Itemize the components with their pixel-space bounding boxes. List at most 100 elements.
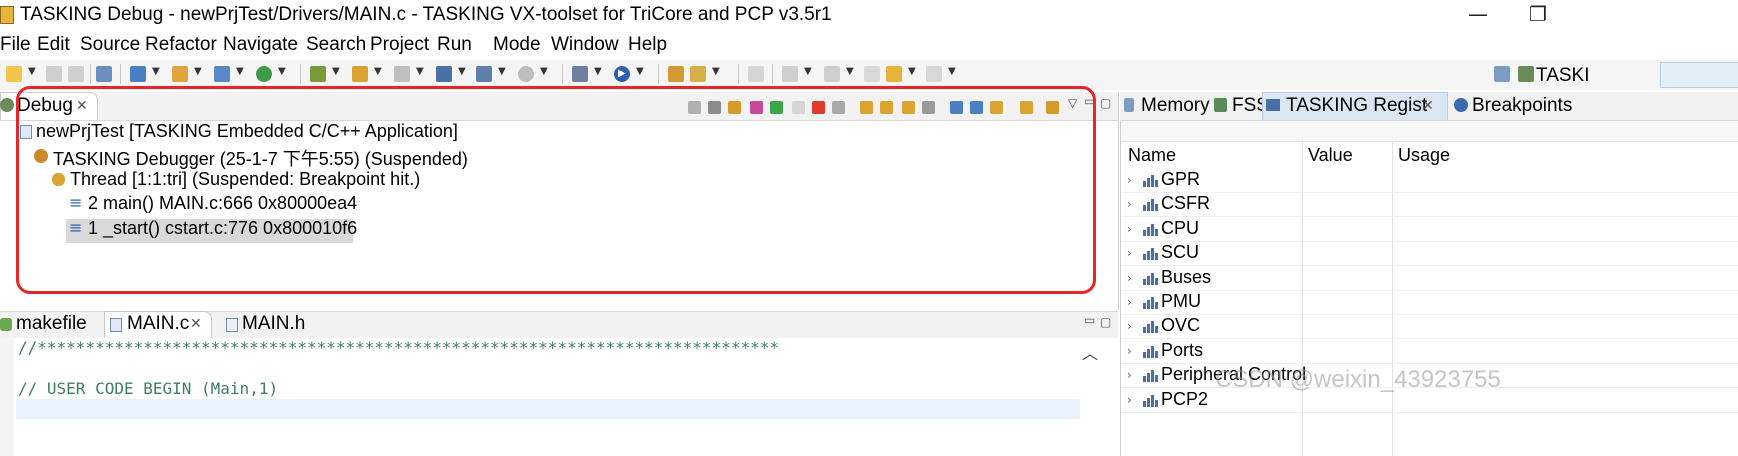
next-annotation-icon[interactable] — [782, 66, 798, 82]
tab-main-c-label[interactable]: MAIN.c — [127, 313, 189, 335]
tab-makefile[interactable]: makefile — [16, 313, 87, 335]
menu-help[interactable]: Help — [628, 34, 667, 56]
column-header-usage[interactable]: Usage — [1398, 145, 1450, 166]
register-group-row[interactable]: › GPR — [1121, 168, 1738, 193]
perspective-switcher[interactable] — [1660, 62, 1738, 88]
maximize-view-icon[interactable]: ▢ — [1100, 315, 1111, 329]
chevron-right-icon[interactable]: › — [1127, 368, 1132, 382]
open-perspective-icon[interactable] — [1494, 66, 1510, 82]
register-group-row[interactable]: › SCU — [1121, 241, 1738, 267]
register-group-label[interactable]: SCU — [1161, 242, 1199, 263]
marker-icon[interactable] — [748, 66, 764, 82]
chevron-right-icon[interactable]: › — [1127, 344, 1132, 358]
close-icon[interactable]: ✕ — [1422, 98, 1434, 114]
new-folder-icon[interactable] — [172, 66, 188, 82]
menu-source[interactable]: Source — [80, 34, 140, 56]
chevron-down-icon[interactable]: ▼ — [498, 66, 506, 77]
menu-search[interactable]: Search — [306, 34, 366, 56]
register-group-label[interactable]: Ports — [1161, 340, 1203, 361]
chevron-right-icon[interactable]: › — [1127, 271, 1132, 285]
chevron-down-icon[interactable]: ▼ — [28, 66, 36, 77]
register-group-row[interactable]: › CPU — [1121, 217, 1738, 242]
chevron-right-icon[interactable]: › — [1127, 173, 1132, 187]
file-icon[interactable] — [394, 66, 410, 82]
code-line[interactable]: // USER CODE BEGIN (Main,1) — [18, 379, 278, 398]
close-icon[interactable]: ✕ — [190, 316, 202, 332]
register-group-label[interactable]: Buses — [1161, 267, 1211, 288]
new-icon[interactable] — [6, 66, 22, 82]
register-group-row[interactable]: › Ports — [1121, 339, 1738, 364]
tab-main-h[interactable]: MAIN.h — [242, 313, 305, 335]
chevron-right-icon[interactable]: › — [1127, 295, 1132, 309]
prev-annotation-icon[interactable] — [824, 66, 840, 82]
wrench-icon[interactable] — [352, 66, 368, 82]
chevron-right-icon[interactable]: › — [1127, 197, 1132, 211]
debug-icon[interactable] — [572, 66, 588, 82]
register-group-label[interactable]: CSFR — [1161, 193, 1210, 214]
restore-button[interactable]: ❐ — [1518, 2, 1558, 26]
chevron-right-icon[interactable]: › — [1127, 319, 1132, 333]
tab-breakpoints[interactable]: Breakpoints — [1472, 95, 1572, 117]
menu-mode[interactable]: Mode — [493, 34, 541, 56]
run-icon[interactable]: ▶ — [614, 66, 630, 82]
maximize-view-icon[interactable]: ▢ — [1100, 96, 1111, 110]
chevron-down-icon[interactable]: ▼ — [278, 66, 286, 77]
new-c-file-icon[interactable] — [214, 66, 230, 82]
menu-file[interactable]: File — [0, 34, 31, 56]
chevron-down-icon[interactable]: ▼ — [540, 66, 548, 77]
minimize-view-icon[interactable]: ▭ — [1084, 313, 1095, 327]
target-icon[interactable] — [476, 66, 492, 82]
pen-icon[interactable] — [690, 66, 706, 82]
scroll-up-icon[interactable]: ︿ — [1082, 340, 1098, 364]
chevron-down-icon[interactable]: ▼ — [458, 66, 466, 77]
chevron-down-icon[interactable]: ▼ — [416, 66, 424, 77]
build-icon[interactable] — [310, 66, 326, 82]
save-icon[interactable] — [46, 66, 62, 82]
chevron-down-icon[interactable]: ▼ — [152, 66, 160, 77]
chevron-down-icon[interactable]: ▼ — [194, 66, 202, 77]
menu-project[interactable]: Project — [370, 34, 429, 56]
register-group-label[interactable]: OVC — [1161, 315, 1200, 336]
last-edit-icon[interactable] — [864, 66, 880, 82]
chevron-down-icon[interactable]: ▼ — [236, 66, 244, 77]
new-project-icon[interactable] — [130, 66, 146, 82]
chevron-down-icon[interactable]: ▼ — [594, 66, 602, 77]
register-group-label[interactable]: CPU — [1161, 218, 1199, 239]
register-group-label[interactable]: PMU — [1161, 291, 1201, 312]
code-line[interactable]: //**************************************… — [18, 338, 779, 357]
chevron-right-icon[interactable]: › — [1127, 393, 1132, 407]
menu-window[interactable]: Window — [551, 34, 619, 56]
chevron-down-icon[interactable]: ▼ — [908, 66, 916, 77]
chevron-down-icon[interactable]: ▼ — [804, 66, 812, 77]
memory-icon[interactable] — [436, 66, 452, 82]
register-group-row[interactable]: › Buses — [1121, 266, 1738, 291]
menu-navigate[interactable]: Navigate — [223, 34, 298, 56]
back-icon[interactable] — [886, 66, 902, 82]
refresh-icon[interactable] — [256, 66, 272, 82]
chevron-down-icon[interactable]: ▼ — [948, 66, 956, 77]
register-group-row[interactable]: › OVC — [1121, 314, 1738, 340]
register-group-label[interactable]: PCP2 — [1161, 389, 1208, 410]
minimize-button[interactable]: — — [1458, 2, 1498, 26]
column-header-value[interactable]: Value — [1308, 145, 1353, 166]
register-group-row[interactable]: › PMU — [1121, 290, 1738, 315]
binary-icon[interactable] — [96, 66, 112, 82]
perspective-label[interactable]: TASKI — [1536, 65, 1590, 87]
print-icon[interactable] — [68, 66, 84, 82]
column-header-name[interactable]: Name — [1128, 145, 1176, 166]
chevron-down-icon[interactable]: ▼ — [846, 66, 854, 77]
chevron-down-icon[interactable]: ▼ — [712, 66, 720, 77]
menu-run[interactable]: Run — [437, 34, 472, 56]
open-folder-icon[interactable] — [668, 66, 684, 82]
register-group-label[interactable]: GPR — [1161, 169, 1200, 190]
chevron-right-icon[interactable]: › — [1127, 222, 1132, 236]
chevron-down-icon[interactable]: ▼ — [374, 66, 382, 77]
chevron-right-icon[interactable]: › — [1127, 246, 1132, 260]
tab-memory[interactable]: Memory — [1141, 95, 1210, 117]
register-group-row[interactable]: › CSFR — [1121, 192, 1738, 218]
tab-tasking-registers-label[interactable]: TASKING Regist — [1286, 95, 1427, 117]
menu-refactor[interactable]: Refactor — [145, 34, 217, 56]
settings-icon[interactable] — [518, 66, 534, 82]
chevron-down-icon[interactable]: ▼ — [332, 66, 340, 77]
chevron-down-icon[interactable]: ▼ — [636, 66, 644, 77]
